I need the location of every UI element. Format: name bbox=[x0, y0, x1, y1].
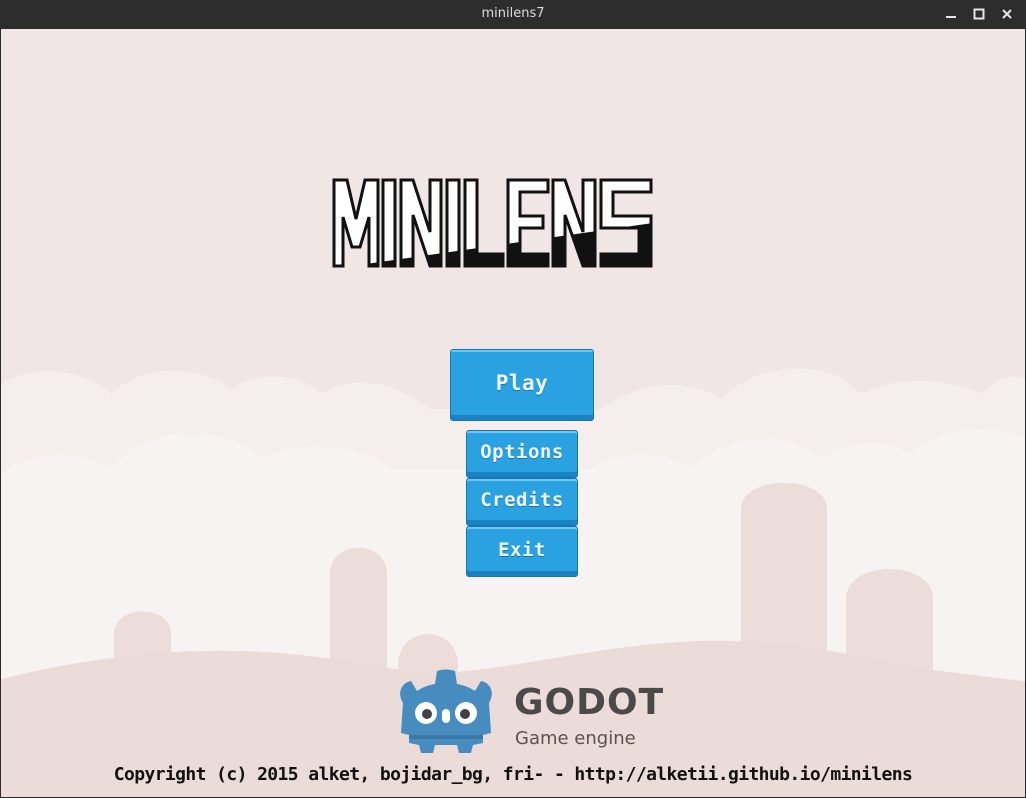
options-button[interactable]: Options bbox=[466, 430, 578, 478]
exit-button[interactable]: Exit bbox=[466, 526, 578, 577]
game-viewport: Play Options Credits Exit GODOT Game eng… bbox=[1, 29, 1025, 797]
credits-button[interactable]: Credits bbox=[466, 478, 578, 526]
close-icon bbox=[1002, 9, 1012, 19]
godot-robot-icon bbox=[400, 669, 492, 753]
window-title: minilens7 bbox=[481, 6, 545, 21]
godot-wordmark: GODOT bbox=[514, 682, 665, 723]
play-button[interactable]: Play bbox=[450, 349, 594, 421]
window-titlebar[interactable]: minilens7 bbox=[0, 0, 1026, 30]
copyright-text: Copyright (c) 2015 alket, bojidar_bg, fr… bbox=[113, 764, 913, 785]
game-window: minilens7 Play Options Credits Exit GODO… bbox=[0, 0, 1026, 798]
minimize-icon bbox=[946, 16, 956, 18]
minimize-button[interactable] bbox=[940, 4, 962, 24]
maximize-button[interactable] bbox=[968, 4, 990, 24]
maximize-icon bbox=[973, 8, 985, 20]
godot-subtitle: Game engine bbox=[515, 728, 636, 749]
close-button[interactable] bbox=[996, 4, 1018, 24]
minilens-logo bbox=[332, 178, 653, 268]
